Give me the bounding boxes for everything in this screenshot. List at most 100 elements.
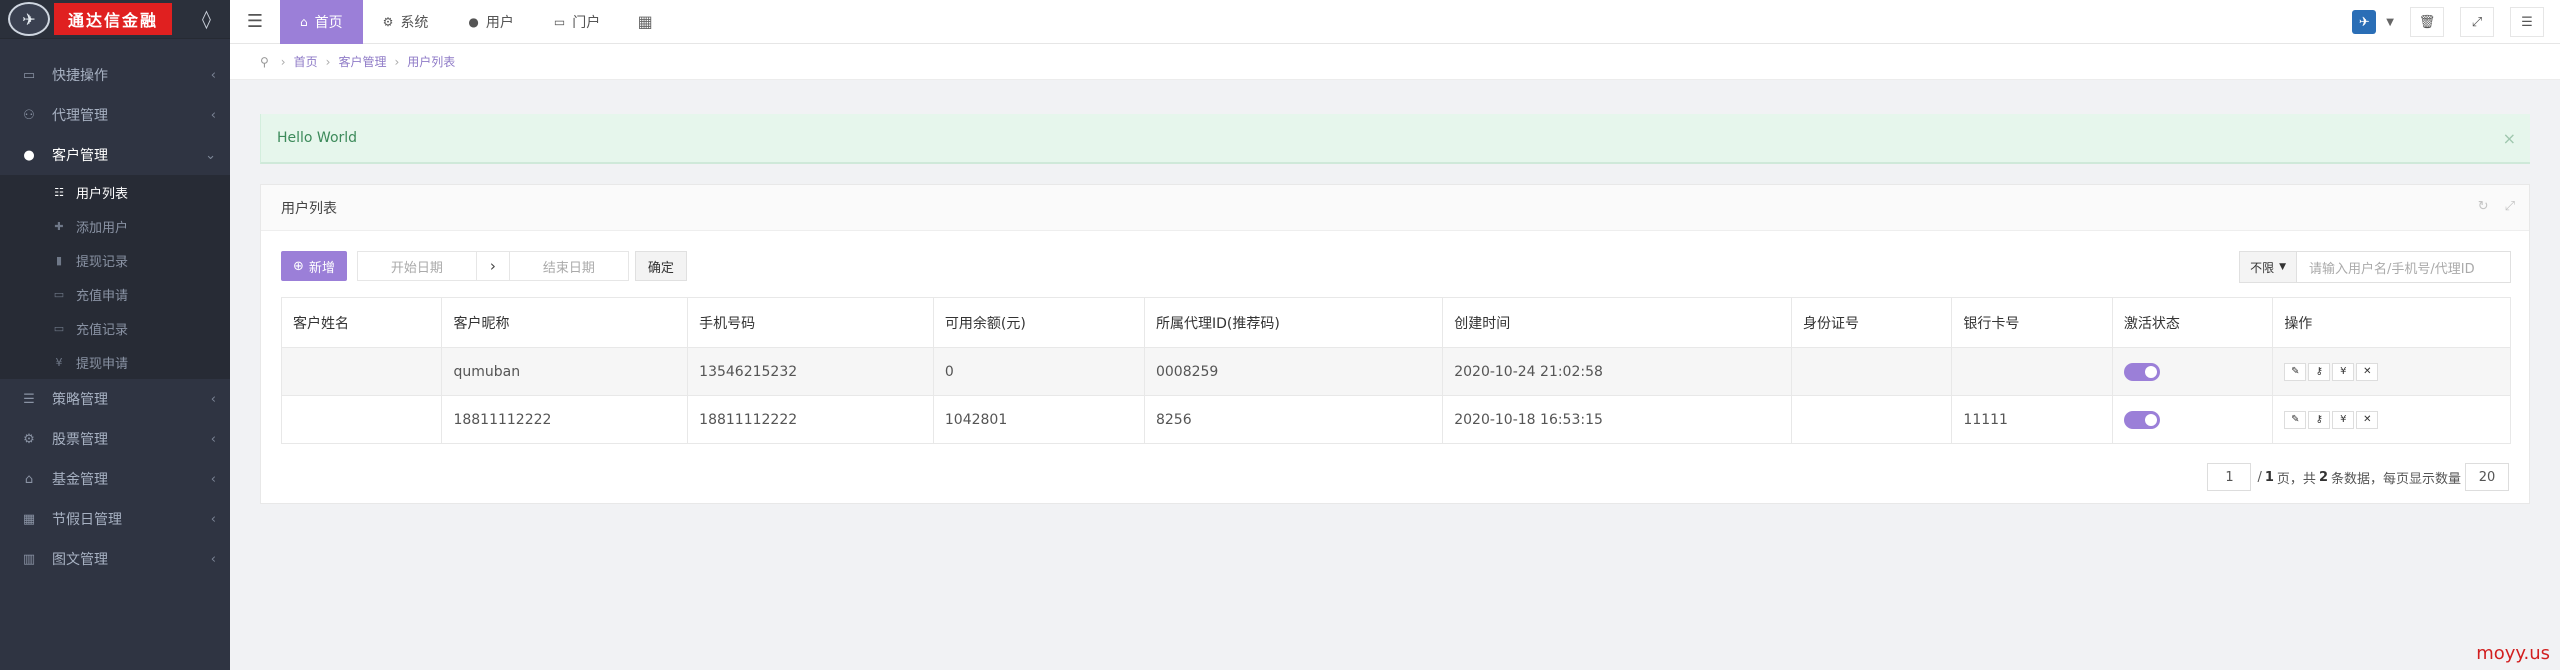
panel-title: 用户列表 [261,185,2529,231]
tab-user[interactable]: ● 用户 [448,0,533,44]
sidebar-item-2[interactable]: ● 客户管理 ⌄ [0,135,230,175]
trash-icon[interactable]: 🗑 [2410,7,2444,37]
submenu-item-0[interactable]: ☷ 用户列表 [0,175,230,209]
key-icon[interactable]: ⚷ [2308,410,2331,429]
table-cell [1790,347,1953,396]
breadcrumb-customer[interactable]: 客户管理 [338,53,386,70]
table-cell [1951,347,2113,396]
breadcrumb-home[interactable]: 首页 [294,53,318,70]
sidebar-item-3[interactable]: ☰ 策略管理 ‹ [0,379,230,419]
table-cell: 0 [932,347,1145,396]
status-cell [2111,395,2274,444]
submenu-item-label: 提现申请 [76,356,129,372]
delete-icon[interactable]: ✕ [2356,362,2379,381]
user-icon: ● [468,14,479,29]
sidebar-item-7[interactable]: ▥ 图文管理 ‹ [0,539,230,579]
sidebar-item-5[interactable]: ⌂ 基金管理 ‹ [0,459,230,499]
filter-dropdown[interactable]: 不限 ▼ [2239,251,2297,283]
list-icon: ☰ [23,391,35,407]
submenu-item-5[interactable]: ¥ 提现申请 [0,345,230,379]
page-size-input[interactable]: 20 [2465,463,2509,491]
delete-icon[interactable]: ✕ [2356,410,2379,429]
sidebar-item-6[interactable]: ▦ 节假日管理 ‹ [0,499,230,539]
avatar[interactable]: ✈ [2352,10,2377,34]
submenu-item-1[interactable]: ✚ 添加用户 [0,209,230,243]
status-cell [2111,347,2274,396]
confirm-button[interactable]: 确定 [634,251,687,281]
user-icon: ● [23,147,35,163]
sidebar-item-label: 图文管理 [52,552,108,568]
search-input[interactable]: 请输入用户名/手机号/代理ID [2297,251,2511,283]
tab-home[interactable]: ⌂ 首页 [280,0,363,44]
submenu-item-label: 充值记录 [76,322,129,338]
chevron-left-icon: ‹ [210,107,216,123]
start-date-input[interactable]: 开始日期 [356,251,477,281]
activation-toggle[interactable] [2123,410,2160,429]
submenu-item-3[interactable]: ▭ 充值申请 [0,277,230,311]
key-icon[interactable]: ⚷ [2308,362,2331,381]
sidebar-item-0[interactable]: ▭ 快捷操作 ‹ [0,55,230,95]
submenu-icon: ▮ [55,253,63,267]
table-cell: 2020-10-18 16:53:15 [1442,395,1792,444]
submenu-icon: ☷ [54,185,64,199]
user-table: 客户姓名 客户昵称 手机号码 可用余额(元) 所属代理ID(推荐码) 创建时间 身份证号 银行… [280,297,2511,444]
refresh-icon[interactable]: ↻ [2478,199,2489,214]
top-navbar: ☰ ⌂ 首页 ⚙ 系统 ● 用户 ▭ 门户 ▦ ✈ ▼ 🗑 ⤢ ☰ [230,0,2560,44]
hello-alert: Hello World × [260,114,2530,164]
caret-down-icon: ▼ [2279,262,2286,272]
table-cell: qumuban [441,347,689,396]
toolbar: ⊕ 新增 开始日期 › 结束日期 确定 [281,251,687,281]
grid-icon[interactable]: ▦ [620,0,670,44]
sidebar-menu: ▭ 快捷操作 ‹ ⚇ 代理管理 ‹ ● 客户管理 ⌄ ☷ 用户列表 ✚ 添加用户 ▮ 提现记录 ▭ 充值申请 ▭ 充… [0,39,230,579]
yen-icon[interactable]: ¥ [2332,362,2355,381]
yen-icon[interactable]: ¥ [2332,410,2355,429]
fullscreen-icon[interactable]: ⤢ [2505,199,2515,214]
close-icon[interactable]: × [2503,129,2516,148]
search-box: 不限 ▼ 请输入用户名/手机号/代理ID [2239,251,2511,283]
add-user-button[interactable]: ⊕ 新增 [281,251,347,281]
submenu-icon: ¥ [55,355,63,369]
table-cell [280,347,443,396]
submenu-item-2[interactable]: ▮ 提现记录 [0,243,230,277]
page-number-input[interactable]: 1 [2207,463,2252,491]
topbar-right: ✈ ▼ 🗑 ⤢ ☰ [2352,0,2560,44]
table-cell: 18811112222 [687,395,934,444]
portal-icon: ▭ [553,14,566,29]
activation-toggle[interactable] [2123,362,2160,381]
sidebar-item-label: 基金管理 [52,472,108,488]
submenu-item-label: 充值申请 [76,288,129,304]
table-cell: 13546215232 [687,347,934,396]
customer-submenu: ☷ 用户列表 ✚ 添加用户 ▮ 提现记录 ▭ 充值申请 ▭ 充值记录 ¥ 提现申请 [0,175,230,379]
panel-tools: ↻ ⤢ [2478,199,2515,214]
table-cell: 11111 [1951,395,2113,444]
group-icon: ⚇ [23,107,35,123]
caret-down-icon[interactable]: ▼ [2386,17,2394,28]
settings-list-icon[interactable]: ☰ [2510,7,2544,37]
external-link-icon[interactable]: ⤢ [2460,7,2494,37]
actions-cell: ✎ ⚷ ¥ ✕ [2272,395,2511,444]
chevron-left-icon: ‹ [210,511,216,527]
chevron-down-icon: ⌄ [205,147,216,163]
sidebar-item-4[interactable]: ⚙ 股票管理 ‹ [0,419,230,459]
watermark: moyy.us [2476,643,2550,664]
tab-portal[interactable]: ▭ 门户 [534,0,620,44]
table-cell: 1042801 [932,395,1145,444]
total-pages: 1 [2264,469,2274,485]
column-header: 客户姓名 [280,297,443,348]
table-cell [280,395,443,444]
table-row: qumuban 13546215232 0 0008259 2020-10-24 21:… [280,347,2511,396]
sidebar-item-1[interactable]: ⚇ 代理管理 ‹ [0,95,230,135]
end-date-input[interactable]: 结束日期 [508,251,629,281]
edit-icon[interactable]: ✎ [2284,410,2307,429]
gear-icon: ⚙ [382,14,394,29]
droplet-icon[interactable]: ◊ [202,9,211,30]
submenu-item-4[interactable]: ▭ 充值记录 [0,311,230,345]
actions-cell: ✎ ⚷ ¥ ✕ [2272,347,2511,396]
table-cell [1790,395,1953,444]
menu-toggle-icon[interactable]: ☰ [230,0,280,44]
tab-system[interactable]: ⚙ 系统 [363,0,449,44]
logo-emblem-icon: ✈ [8,2,50,36]
bank-icon: ⌂ [24,471,34,487]
edit-icon[interactable]: ✎ [2284,362,2307,381]
table-cell: 0008259 [1143,347,1444,396]
